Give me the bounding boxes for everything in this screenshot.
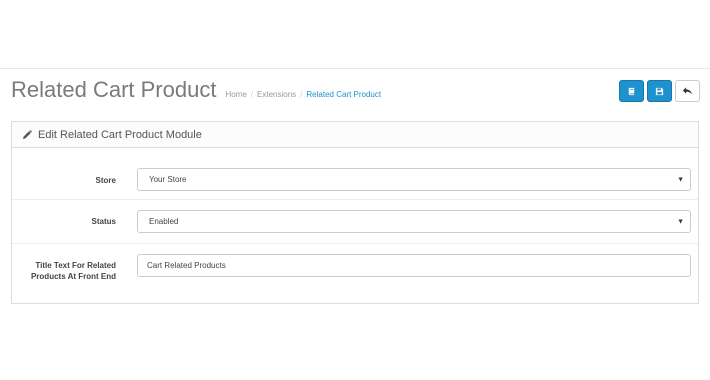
page: Related Cart Product Home / Extensions /… [0,0,710,380]
caret-down-icon: ▼ [677,218,684,225]
page-title: Related Cart Product [11,77,217,102]
title-text-label: Title Text For Related Products At Front… [30,261,116,281]
top-divider [0,68,710,69]
back-arrow-icon [682,87,693,95]
book-button[interactable] [619,80,644,102]
breadcrumb-current[interactable]: Related Cart Product [306,90,381,99]
pencil-icon [23,129,32,139]
status-select[interactable]: Enabled ▼ [137,210,691,233]
store-select[interactable]: Your Store ▼ [137,168,691,191]
back-button[interactable] [675,80,700,102]
breadcrumb: Home / Extensions / Related Cart Product [225,90,381,99]
title-text-form-row: Title Text For Related Products At Front… [12,244,698,302]
status-form-row: Status Enabled ▼ [12,200,698,244]
breadcrumb-separator: / [300,90,303,99]
panel-title: Edit Related Cart Product Module [38,128,202,141]
store-form-row: Store Your Store ▼ [12,148,698,200]
status-label: Status [91,217,116,226]
status-select-value: Enabled [149,217,179,226]
header-actions [619,80,700,102]
store-select-value: Your Store [149,175,187,184]
page-header: Related Cart Product Home / Extensions /… [11,78,381,102]
breadcrumb-separator: / [250,90,254,99]
save-button[interactable] [647,80,672,102]
book-icon [628,87,635,95]
title-text-input[interactable]: Cart Related Products [137,254,691,277]
breadcrumb-extensions[interactable]: Extensions [257,90,296,99]
store-label: Store [95,176,116,185]
save-icon [655,87,664,95]
edit-module-panel: Edit Related Cart Product Module Store Y… [11,121,699,304]
panel-heading: Edit Related Cart Product Module [12,122,698,148]
caret-down-icon: ▼ [677,176,684,183]
title-text-input-value: Cart Related Products [147,261,226,270]
breadcrumb-home[interactable]: Home [225,90,246,99]
